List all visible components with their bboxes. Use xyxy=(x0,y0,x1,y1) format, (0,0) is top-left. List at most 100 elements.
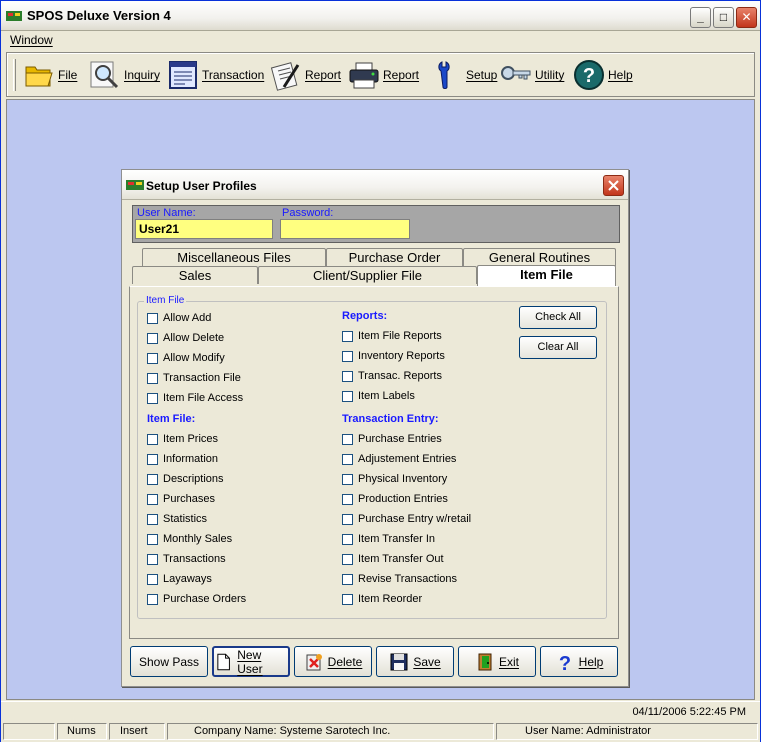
toolbar-utility-button[interactable]: Utility xyxy=(500,57,564,93)
item-file-permission-checkbox[interactable] xyxy=(147,433,158,445)
exit-button[interactable]: Exit xyxy=(458,646,536,677)
toolbar-report-print-button[interactable]: Report xyxy=(348,57,419,93)
dialog-close-button[interactable] xyxy=(603,175,624,196)
item-file-permission-row[interactable]: Item Prices xyxy=(147,429,327,449)
item-file-permission-row[interactable]: Layaways xyxy=(147,569,327,589)
transaction-permission-checkbox[interactable] xyxy=(342,473,353,485)
tab-miscellaneous-files[interactable]: Miscellaneous Files xyxy=(142,248,326,266)
new-user-button[interactable]: New User xyxy=(212,646,290,677)
setup-user-profiles-dialog: Setup User Profiles User Name: User21 Pa… xyxy=(121,169,629,687)
status-insert: Insert xyxy=(109,723,165,740)
menu-window[interactable]: Window xyxy=(10,33,53,47)
item-file-permission-row[interactable]: Descriptions xyxy=(147,469,327,489)
permission-checkbox[interactable] xyxy=(147,332,158,344)
item-file-permission-label: Layaways xyxy=(163,573,212,585)
report-permission-checkbox[interactable] xyxy=(342,350,353,362)
help-button[interactable]: ? Help xyxy=(540,646,618,677)
item-file-permission-row[interactable]: Purchases xyxy=(147,489,327,509)
transaction-permission-checkbox[interactable] xyxy=(342,513,353,525)
permission-row[interactable]: Allow Add xyxy=(147,308,327,328)
close-button[interactable]: ✕ xyxy=(736,7,757,28)
report-permission-checkbox[interactable] xyxy=(342,390,353,402)
item-file-permission-checkbox[interactable] xyxy=(147,473,158,485)
toolbar-help-button[interactable]: ? Help xyxy=(573,57,633,93)
item-file-permission-checkbox[interactable] xyxy=(147,593,158,605)
item-file-permission-row[interactable]: Information xyxy=(147,449,327,469)
toolbar-report-button[interactable]: Report xyxy=(270,57,341,93)
permission-row[interactable]: Transaction File xyxy=(147,368,327,388)
item-file-permission-checkbox[interactable] xyxy=(147,553,158,565)
tab-sales[interactable]: Sales xyxy=(132,266,258,284)
save-button[interactable]: Save xyxy=(376,646,454,677)
transaction-permission-checkbox[interactable] xyxy=(342,553,353,565)
item-file-group-label: Item File xyxy=(144,295,187,306)
item-file-permission-row[interactable]: Monthly Sales xyxy=(147,529,327,549)
item-file-permission-label: Information xyxy=(163,453,219,465)
transaction-permission-checkbox[interactable] xyxy=(342,533,353,545)
delete-button[interactable]: Delete xyxy=(294,646,372,677)
toolbar-inquiry-button[interactable]: Inquiry xyxy=(89,57,160,93)
transaction-permission-row[interactable]: Physical Inventory xyxy=(342,469,522,489)
minimize-button[interactable]: _ xyxy=(690,7,711,28)
report-permission-row[interactable]: Transac. Reports xyxy=(342,366,522,386)
report-permission-row[interactable]: Item Labels xyxy=(342,386,522,406)
tab-general-routines[interactable]: General Routines xyxy=(463,248,616,266)
permission-row[interactable]: Allow Delete xyxy=(147,328,327,348)
permission-row[interactable]: Item File Access xyxy=(147,388,327,408)
tab-purchase-order[interactable]: Purchase Order xyxy=(326,248,463,266)
report-permission-row[interactable]: Item File Reports xyxy=(342,326,522,346)
transaction-permission-checkbox[interactable] xyxy=(342,573,353,585)
transaction-permission-row[interactable]: Revise Transactions xyxy=(342,569,522,589)
transaction-permission-checkbox[interactable] xyxy=(342,493,353,505)
transaction-permission-row[interactable]: Item Transfer Out xyxy=(342,549,522,569)
maximize-button[interactable]: □ xyxy=(713,7,734,28)
permission-checkbox[interactable] xyxy=(147,372,158,384)
item-file-permission-row[interactable]: Statistics xyxy=(147,509,327,529)
close-icon xyxy=(608,180,619,191)
toolbar-file-button[interactable]: File xyxy=(23,57,77,93)
transaction-permission-checkbox[interactable] xyxy=(342,433,353,445)
transaction-permission-row[interactable]: Adjustement Entries xyxy=(342,449,522,469)
dialog-title-bar[interactable]: Setup User Profiles xyxy=(122,170,628,200)
transaction-permission-row[interactable]: Purchase Entries xyxy=(342,429,522,449)
permission-label: Allow Modify xyxy=(163,352,225,364)
app-title: SPOS Deluxe Version 4 xyxy=(27,8,171,23)
item-file-permission-checkbox[interactable] xyxy=(147,493,158,505)
transaction-permission-row[interactable]: Item Reorder xyxy=(342,589,522,609)
report-permission-row[interactable]: Inventory Reports xyxy=(342,346,522,366)
toolbar-grip[interactable] xyxy=(13,59,16,91)
permission-checkbox[interactable] xyxy=(147,352,158,364)
report-permission-checkbox[interactable] xyxy=(342,330,353,342)
transaction-permission-row[interactable]: Production Entries xyxy=(342,489,522,509)
item-file-permission-checkbox[interactable] xyxy=(147,573,158,585)
permission-checkbox[interactable] xyxy=(147,392,158,404)
permission-row[interactable]: Allow Modify xyxy=(147,348,327,368)
transaction-permission-label: Item Transfer In xyxy=(358,533,436,545)
permission-checkbox[interactable] xyxy=(147,312,158,324)
toolbar-setup-button[interactable]: Setup xyxy=(431,57,497,93)
tab-item-file[interactable]: Item File xyxy=(477,265,616,286)
clear-all-button[interactable]: Clear All xyxy=(519,336,597,359)
transaction-permission-checkbox[interactable] xyxy=(342,593,353,605)
tab-client-supplier-file[interactable]: Client/Supplier File xyxy=(258,266,477,284)
item-file-permission-row[interactable]: Purchase Orders xyxy=(147,589,327,609)
user-name-input[interactable]: User21 xyxy=(135,219,273,239)
toolbar-transaction-button[interactable]: Transaction xyxy=(167,57,264,93)
transaction-permission-label: Adjustement Entries xyxy=(358,453,457,465)
help-icon: ? xyxy=(574,60,604,90)
transaction-permission-label: Item Transfer Out xyxy=(358,553,444,565)
item-file-permission-checkbox[interactable] xyxy=(147,533,158,545)
item-file-permission-label: Item Prices xyxy=(163,433,219,445)
item-file-permission-checkbox[interactable] xyxy=(147,513,158,525)
check-all-button[interactable]: Check All xyxy=(519,306,597,329)
report-permission-checkbox[interactable] xyxy=(342,370,353,382)
transaction-permission-checkbox[interactable] xyxy=(342,453,353,465)
item-file-permission-checkbox[interactable] xyxy=(147,453,158,465)
password-input[interactable] xyxy=(280,219,410,239)
show-pass-button[interactable]: Show Pass xyxy=(130,646,208,677)
transaction-permission-label: Item Reorder xyxy=(358,593,423,605)
transaction-permission-row[interactable]: Item Transfer In xyxy=(342,529,522,549)
transaction-permission-row[interactable]: Purchase Entry w/retail xyxy=(342,509,522,529)
title-bar[interactable]: SPOS Deluxe Version 4 _ □ ✕ xyxy=(1,1,760,31)
item-file-permission-row[interactable]: Transactions xyxy=(147,549,327,569)
